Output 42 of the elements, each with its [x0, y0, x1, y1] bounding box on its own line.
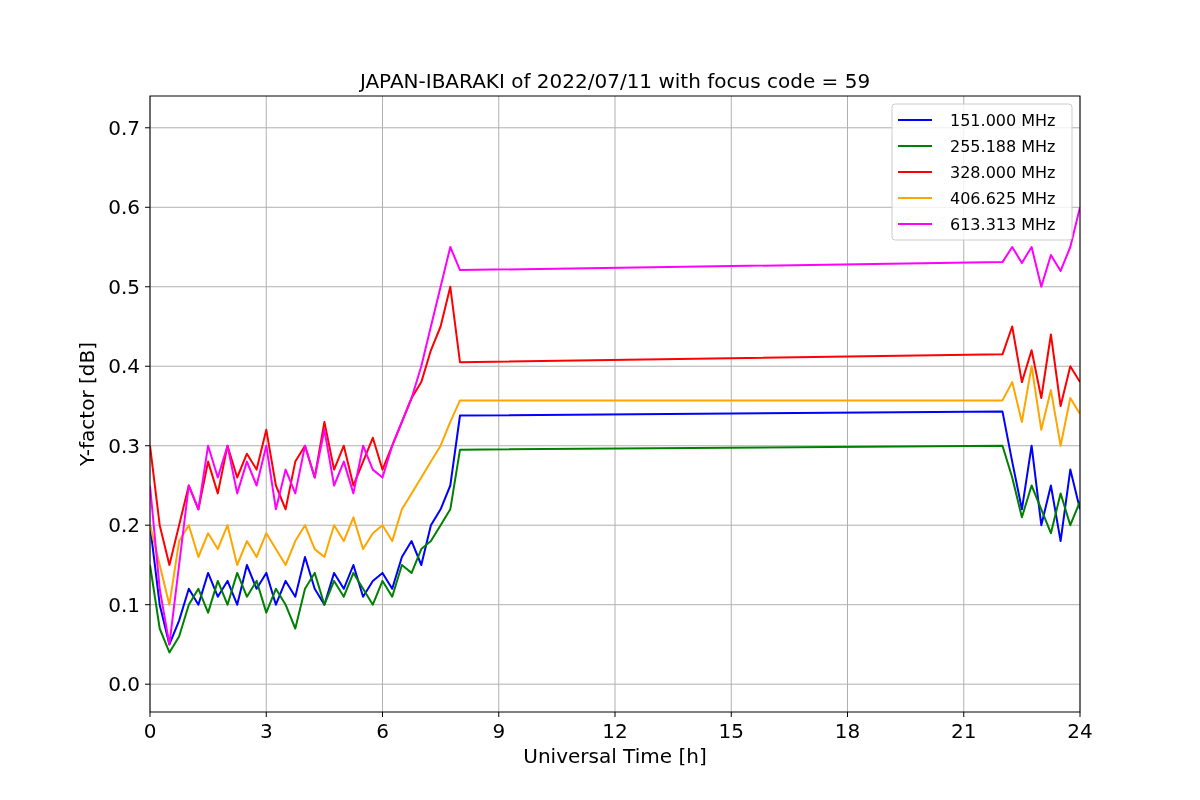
x-tick-label: 6 — [376, 719, 389, 743]
tick-mark — [144, 524, 151, 526]
tick-mark — [265, 711, 267, 718]
tick-mark — [144, 683, 151, 685]
tick-mark — [144, 604, 151, 606]
legend-label: 328.000 MHz — [950, 163, 1056, 182]
x-tick-label: 9 — [492, 719, 506, 743]
tick-mark — [144, 445, 151, 447]
tick-mark — [1079, 711, 1081, 718]
tick-mark — [144, 206, 151, 208]
x-tick-label: 24 — [1067, 719, 1093, 743]
x-tick-label: 3 — [259, 719, 273, 743]
tick-mark — [144, 286, 151, 288]
x-tick-label: 15 — [718, 719, 744, 743]
chart-title: JAPAN-IBARAKI of 2022/07/11 with focus code = 59 — [359, 69, 871, 93]
y-tick-label: 0.4 — [108, 354, 140, 379]
y-axis-label: Y-factor [dB] — [75, 342, 99, 466]
tick-mark — [149, 711, 151, 718]
tick-mark — [498, 711, 500, 718]
y-tick-label: 0.5 — [108, 274, 140, 299]
y-tick-label: 0.3 — [108, 433, 140, 458]
tick-mark — [730, 711, 732, 718]
legend-label: 151.000 MHz — [950, 111, 1056, 130]
legend-label: 255.188 MHz — [950, 137, 1056, 156]
tick-mark — [144, 127, 151, 129]
x-axis-label: Universal Time [h] — [523, 744, 707, 768]
y-tick-label: 0.2 — [108, 513, 140, 538]
x-tick-label: 21 — [951, 719, 977, 743]
tick-mark — [614, 711, 616, 718]
y-tick-label: 0.0 — [108, 672, 140, 697]
legend-label: 406.625 MHz — [950, 189, 1056, 208]
x-tick-label: 18 — [834, 719, 861, 743]
y-tick-label: 0.7 — [108, 115, 140, 140]
x-tick-label: 0 — [143, 719, 157, 743]
y-tick-label: 0.6 — [108, 195, 140, 220]
tick-mark — [382, 711, 383, 718]
tick-mark — [847, 711, 848, 718]
tick-mark — [144, 365, 151, 367]
y-tick-label: 0.1 — [108, 592, 140, 617]
tick-mark — [963, 711, 965, 718]
legend-label: 613.313 MHz — [950, 215, 1056, 234]
x-tick-label: 12 — [602, 719, 628, 743]
